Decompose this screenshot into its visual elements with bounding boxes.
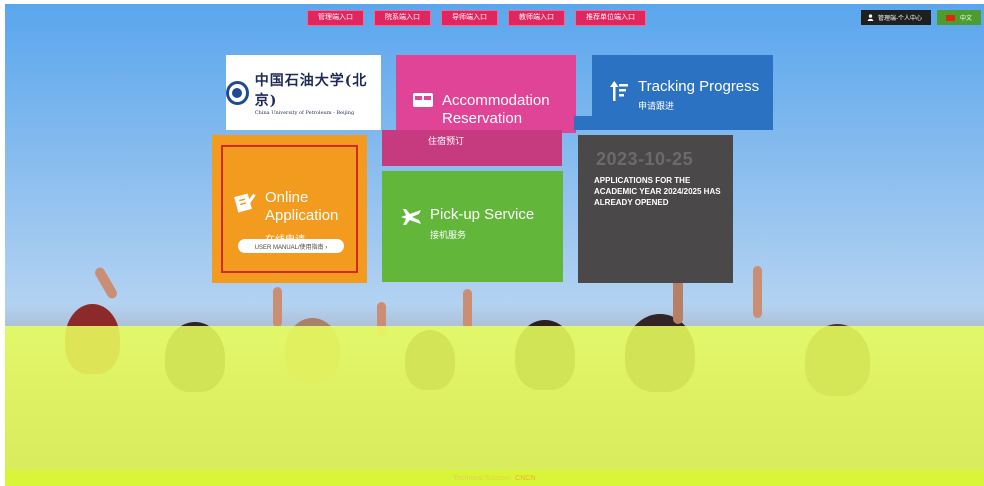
accommodation-tile[interactable]: Accommodation Reservation — [396, 55, 576, 133]
tracking-tile-strip — [574, 116, 759, 130]
pickup-subtitle: 接机服务 — [430, 230, 467, 240]
china-flag-icon — [945, 14, 955, 21]
nav-teacher-entry[interactable]: 教师端入口 — [508, 10, 565, 26]
news-date: 2023-10-25 — [596, 149, 694, 169]
accommodation-subtitle: 住宿预订 — [428, 136, 465, 146]
pickup-title: Pick-up Service — [430, 206, 535, 223]
document-pen-icon — [234, 193, 256, 213]
tracking-title: Tracking Progress — [638, 78, 760, 95]
online-application-tile[interactable]: Online Application 在线申请 — [212, 135, 367, 283]
logo-chinese-name: 中国石油大学(北京) — [254, 72, 368, 109]
online-title-line2: Application — [265, 207, 339, 224]
sort-progress-icon — [610, 81, 628, 101]
portal-page: 管理端入口 院系端入口 导师端入口 教师端入口 推荐单位端入口 管理端-个人中心… — [5, 4, 984, 486]
highlight-overlay — [5, 326, 984, 470]
nav-recommender-entry[interactable]: 推荐单位端入口 — [575, 10, 646, 26]
tracking-subtitle: 申请跟进 — [638, 101, 675, 111]
accommodation-title-line1: Accommodation — [442, 92, 550, 109]
nav-admin-entry[interactable]: 管理端入口 — [307, 10, 364, 26]
logo-english-name: China University of Petroleum - Beijing — [254, 109, 355, 116]
news-text: APPLICATIONS FOR THE ACADEMIC YEAR 2024/… — [594, 176, 721, 207]
raised-hand — [273, 287, 282, 327]
pickup-service-tile[interactable]: Pick-up Service 接机服务 — [382, 171, 563, 282]
accommodation-title-line2: Reservation — [442, 110, 523, 127]
university-logo[interactable]: 中国石油大学(北京) China University of Petroleum… — [226, 55, 381, 130]
top-navigation: 管理端入口 院系端入口 导师端入口 教师端入口 推荐单位端入口 — [307, 10, 646, 26]
language-label: 中文 — [959, 16, 972, 22]
nav-supervisor-entry[interactable]: 导师端入口 — [441, 10, 498, 26]
footer-bar: Technical Support: CNCN — [5, 470, 984, 486]
user-center-label: 管理端-个人中心 — [878, 16, 922, 22]
news-announcement-tile[interactable]: 2023-10-25 APPLICATIONS FOR THE ACADEMIC… — [578, 135, 733, 283]
accommodation-tile-lower[interactable]: 住宿预订 — [382, 130, 562, 166]
user-center-button[interactable]: 管理端-个人中心 — [861, 10, 931, 25]
footer-support-link[interactable]: CNCN — [515, 475, 535, 482]
online-title-line1: Online — [265, 189, 309, 206]
user-icon — [867, 14, 874, 21]
bed-icon — [413, 93, 433, 107]
university-emblem-icon — [226, 80, 249, 105]
raised-hand — [753, 266, 762, 318]
nav-department-entry[interactable]: 院系端入口 — [374, 10, 431, 26]
language-switch[interactable]: 中文 — [937, 10, 981, 25]
raised-hand — [463, 289, 472, 329]
user-manual-button[interactable]: USER MANUAL/使用指南 › — [238, 239, 344, 253]
footer-support-label: Technical Support: — [453, 474, 512, 482]
airplane-icon — [401, 209, 421, 225]
